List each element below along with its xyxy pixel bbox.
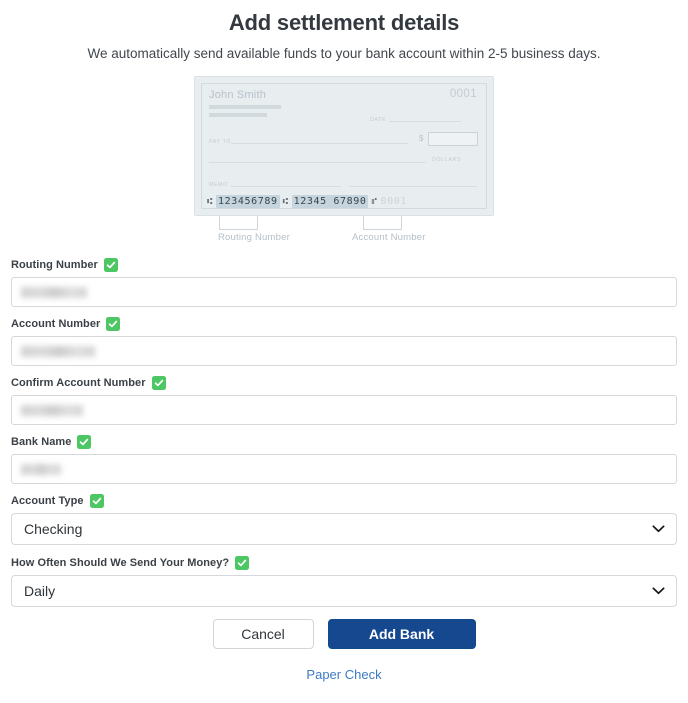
routing-pointer-tick-right (257, 216, 258, 230)
page-title: Add settlement details (228, 10, 460, 35)
payout-frequency-selected-value: Daily (24, 583, 56, 599)
routing-number-input[interactable] (11, 277, 677, 307)
redacted-value (21, 404, 83, 416)
account-number-input[interactable] (11, 336, 677, 366)
account-pointer-bar (363, 229, 401, 230)
account-pointer-tick-right (401, 216, 402, 230)
check-account-holder-name: John Smith (209, 89, 267, 101)
field-bank-name: Bank Name (11, 435, 677, 484)
valid-check-icon (151, 376, 166, 390)
chevron-down-icon (652, 523, 665, 535)
micr-account-number: 12345 67890 (291, 195, 369, 208)
account-type-label-row: Account Type (11, 494, 677, 508)
account-type-select[interactable]: Checking (11, 513, 677, 545)
paper-check-row: Paper Check (11, 666, 677, 684)
account-type-label: Account Type (11, 495, 84, 507)
valid-check-icon (103, 258, 118, 272)
form-actions: Cancel Add Bank (11, 619, 677, 649)
valid-check-icon (106, 317, 121, 331)
field-routing-number: Routing Number (11, 258, 677, 307)
field-account-number: Account Number (11, 317, 677, 366)
account-number-callout-label: Account Number (352, 232, 426, 243)
field-account-type: Account Type Checking (11, 494, 677, 545)
micr-transit-symbol-right: ⑆ (282, 196, 289, 207)
bank-name-input[interactable] (11, 454, 677, 484)
check-signature-rule (349, 186, 477, 187)
check-micr-line: ⑆ 123456789 ⑆ 12345 67890 ⑈ 0001 (207, 195, 407, 208)
cancel-button[interactable]: Cancel (212, 619, 314, 649)
valid-check-icon (77, 435, 92, 449)
check-amount-box (428, 132, 478, 146)
payout-frequency-select[interactable]: Daily (11, 575, 677, 607)
routing-pointer-bar (219, 229, 257, 230)
account-pointer-tick-left (363, 216, 364, 230)
check-illustration: John Smith 0001 DATE PAY TO $ DOLLARS ME… (194, 76, 494, 246)
bank-name-label: Bank Name (11, 436, 72, 448)
add-settlement-details-page: Add settlement details We automatically … (0, 8, 688, 703)
routing-number-label-row: Routing Number (11, 258, 677, 272)
micr-check-number: 0001 (380, 196, 407, 207)
valid-check-icon (89, 494, 104, 508)
add-bank-button[interactable]: Add Bank (327, 619, 476, 649)
check-dollars-rule (209, 162, 426, 163)
field-confirm-account-number: Confirm Account Number (11, 376, 677, 425)
account-type-selected-value: Checking (24, 521, 83, 537)
routing-number-callout-label: Routing Number (218, 232, 290, 243)
chevron-down-icon (652, 585, 665, 597)
redacted-value (21, 345, 95, 357)
paper-check-link[interactable]: Paper Check (306, 667, 381, 682)
check-payto-label: PAY TO (209, 139, 232, 145)
confirm-account-number-input[interactable] (11, 395, 677, 425)
check-date-rule (389, 121, 461, 122)
confirm-account-number-label-row: Confirm Account Number (11, 376, 677, 390)
check-payto-rule (231, 143, 408, 144)
check-graphic: John Smith 0001 DATE PAY TO $ DOLLARS ME… (194, 76, 494, 216)
field-payout-frequency: How Often Should We Send Your Money? Dai… (11, 556, 677, 607)
account-number-label-row: Account Number (11, 317, 677, 331)
account-number-label: Account Number (11, 318, 101, 330)
check-memo-label: MEMO (209, 182, 228, 188)
check-address-line-1 (209, 105, 281, 109)
settlement-form: Routing Number Account Number Confirm Ac… (0, 258, 688, 684)
check-memo-rule (231, 186, 341, 187)
payout-frequency-label: How Often Should We Send Your Money? (11, 557, 230, 569)
check-pointer-callouts: Routing Number Account Number (194, 216, 494, 246)
micr-transit-symbol-left: ⑆ (207, 196, 214, 207)
routing-number-label: Routing Number (11, 259, 98, 271)
redacted-value (21, 286, 87, 298)
check-dollars-label: DOLLARS (432, 157, 462, 163)
check-date-label: DATE (370, 117, 387, 123)
check-address-line-2 (209, 113, 267, 117)
confirm-account-number-label: Confirm Account Number (11, 377, 146, 389)
micr-routing-number: 123456789 (216, 195, 280, 208)
micr-onus-symbol-right: ⑈ (371, 196, 378, 207)
payout-frequency-label-row: How Often Should We Send Your Money? (11, 556, 677, 570)
check-number: 0001 (449, 88, 477, 100)
routing-pointer-tick-left (219, 216, 220, 230)
check-dollar-sign: $ (419, 134, 424, 143)
page-subtitle: We automatically send available funds to… (87, 46, 601, 61)
bank-name-label-row: Bank Name (11, 435, 677, 449)
check-inner-border (201, 83, 487, 209)
valid-check-icon (235, 556, 250, 570)
redacted-value (21, 463, 61, 475)
